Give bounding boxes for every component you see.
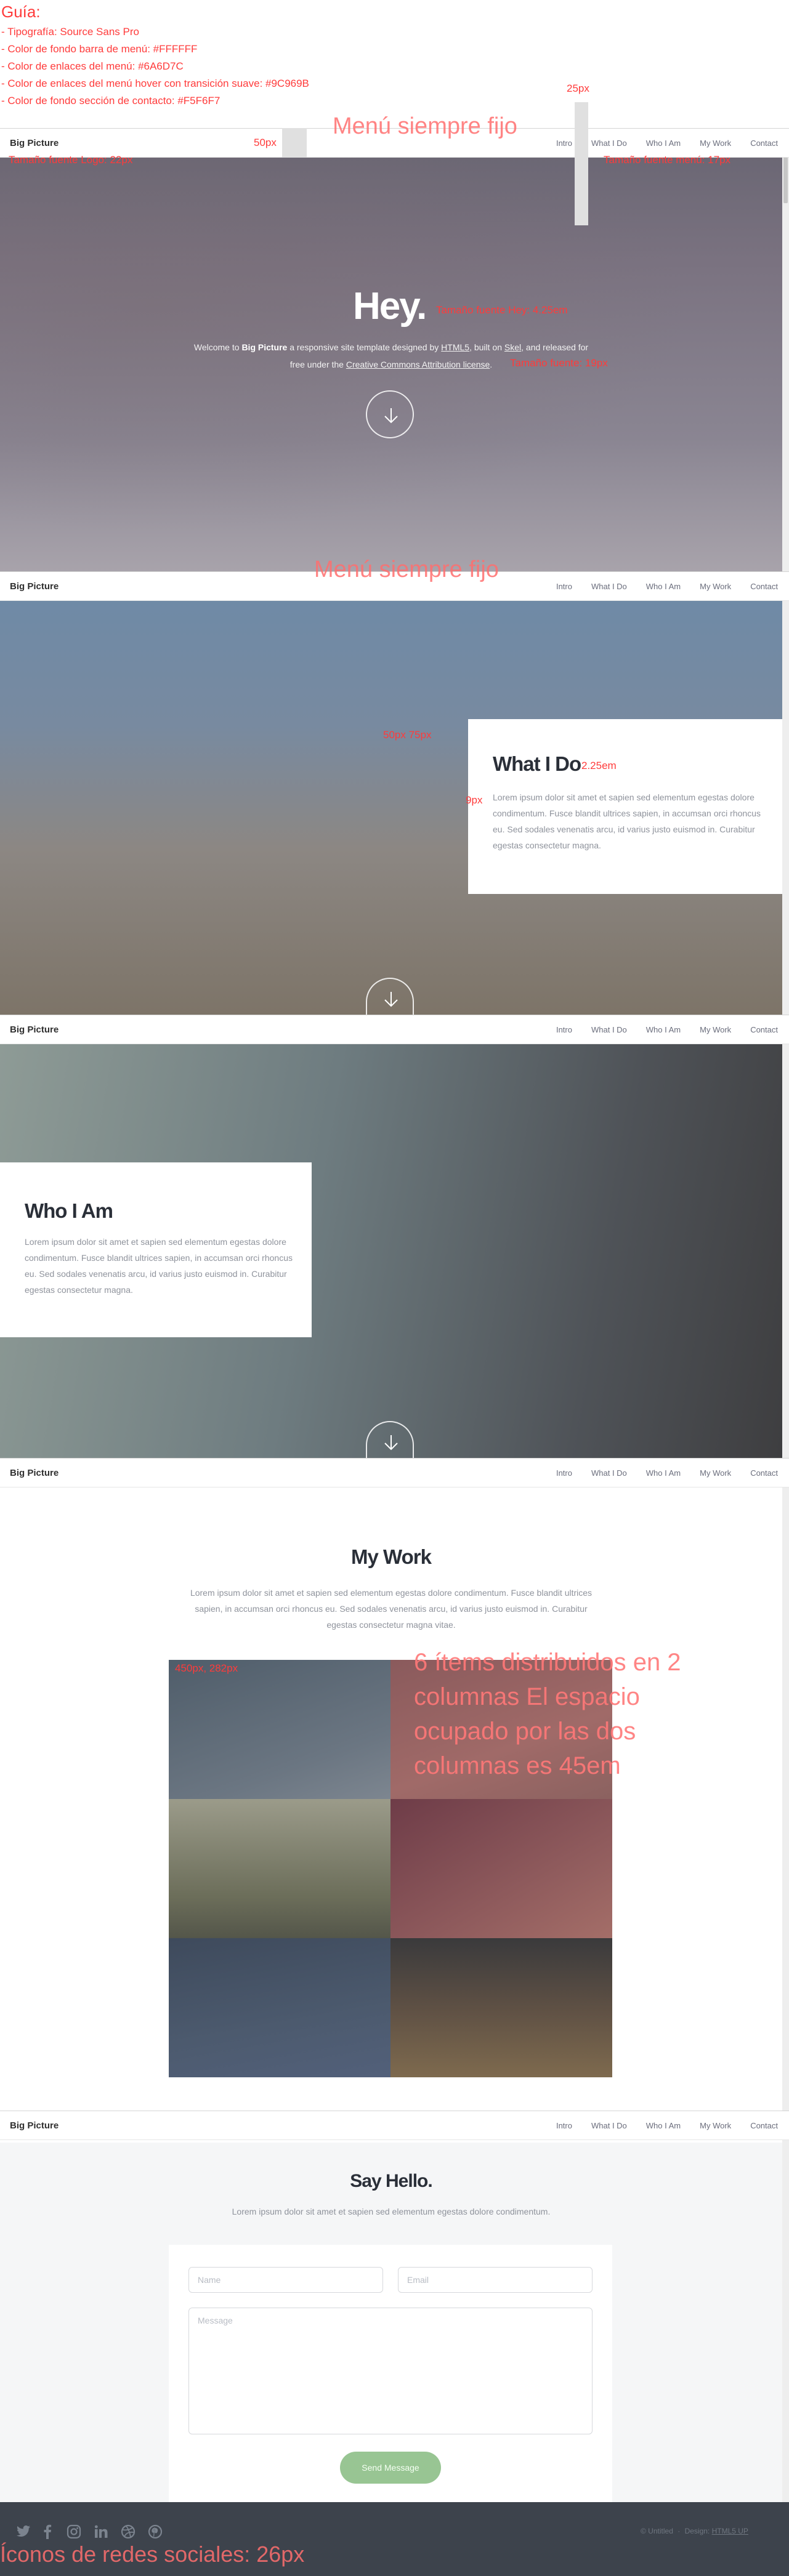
- design-credit-link[interactable]: HTML5 UP: [712, 2527, 748, 2535]
- menu-item-who-i-am[interactable]: Who I Am: [646, 139, 681, 148]
- dribbble-icon[interactable]: [121, 2524, 136, 2539]
- html5-link[interactable]: HTML5: [441, 342, 469, 352]
- message-textarea[interactable]: Message: [188, 2308, 593, 2434]
- what-i-do-title: What I Do: [493, 752, 581, 775]
- tile-size-note: 450px, 282px: [175, 1662, 238, 1674]
- site-logo[interactable]: Big Picture: [10, 2120, 59, 2131]
- main-menu: Intro What I Do Who I Am My Work Contact: [537, 2121, 778, 2130]
- site-logo[interactable]: Big Picture: [10, 1024, 59, 1035]
- menu-item-what-i-do[interactable]: What I Do: [591, 2121, 627, 2130]
- who-i-am-title: Who I Am: [25, 1199, 113, 1222]
- hey-size-note: Tamaño fuente Hey: 4.25em: [436, 304, 568, 316]
- scroll-down-button[interactable]: [366, 390, 414, 438]
- license-link[interactable]: Creative Commons Attribution license: [346, 360, 490, 369]
- arrow-down-icon: [384, 992, 398, 1007]
- work-item-5[interactable]: [169, 1938, 390, 2077]
- work-item-3[interactable]: [169, 1799, 390, 1938]
- menu-item-my-work[interactable]: My Work: [700, 582, 731, 591]
- guide-line-1: - Tipografía: Source Sans Pro: [1, 26, 139, 38]
- guide-line-3: - Color de enlaces del menú: #6A6D7C: [1, 60, 184, 72]
- menu-item-contact[interactable]: Contact: [750, 2121, 778, 2130]
- spacing-25-label: 25px: [567, 83, 589, 94]
- menu-item-intro[interactable]: Intro: [556, 2121, 572, 2130]
- guide-heading: Guía:: [1, 2, 41, 21]
- menu-fixed-note: Menú siempre fijo: [314, 557, 499, 582]
- menu-item-contact[interactable]: Contact: [750, 1025, 778, 1034]
- navbar-copy-5: Big Picture Intro What I Do Who I Am My …: [0, 2111, 789, 2140]
- send-message-button[interactable]: Send Message: [340, 2452, 441, 2484]
- hero-title: Hey.: [353, 285, 427, 328]
- work-item-1[interactable]: [169, 1660, 390, 1799]
- box-padding-note: 50px 75px: [383, 729, 432, 741]
- menu-item-what-i-do[interactable]: What I Do: [591, 1025, 627, 1034]
- instagram-icon[interactable]: [67, 2524, 81, 2539]
- work-item-4[interactable]: [390, 1799, 612, 1938]
- arrow-down-icon: [384, 1435, 398, 1451]
- menu-item-my-work[interactable]: My Work: [700, 1025, 731, 1034]
- facebook-icon[interactable]: [43, 2524, 52, 2539]
- pinterest-icon[interactable]: [148, 2524, 163, 2539]
- name-input[interactable]: Name: [188, 2267, 383, 2293]
- main-menu: Intro What I Do Who I Am My Work Contact: [537, 582, 778, 591]
- spacing-50-label: 50px: [254, 137, 277, 148]
- menu-item-contact[interactable]: Contact: [750, 582, 778, 591]
- menu-item-contact[interactable]: Contact: [750, 139, 778, 148]
- site-logo[interactable]: Big Picture: [10, 581, 59, 592]
- arrow-down-icon: [384, 408, 398, 424]
- menu-item-what-i-do[interactable]: What I Do: [591, 582, 627, 591]
- site-logo[interactable]: Big Picture: [10, 1468, 59, 1478]
- guide-line-4: - Color de enlaces del menú hover con tr…: [1, 78, 309, 89]
- menu-item-contact[interactable]: Contact: [750, 1468, 778, 1478]
- navbar-copy-3: Big Picture Intro What I Do Who I Am My …: [0, 1015, 789, 1044]
- menu-item-intro[interactable]: Intro: [556, 139, 572, 148]
- main-menu: Intro What I Do Who I Am My Work Contact: [537, 139, 778, 148]
- menu-item-who-i-am[interactable]: Who I Am: [646, 1468, 681, 1478]
- twitter-icon[interactable]: [16, 2526, 31, 2538]
- site-logo[interactable]: Big Picture: [10, 138, 59, 148]
- logo-size-note: Tamaño fuente Logo: 22px: [9, 154, 133, 166]
- grid-note: 6 ítems distribuidos en 2 columnas El es…: [414, 1649, 681, 1779]
- menu-item-who-i-am[interactable]: Who I Am: [646, 2121, 681, 2130]
- my-work-body: Lorem ipsum dolor sit amet et sapien sed…: [190, 1588, 593, 1630]
- guide-line-2: - Color de fondo barra de menú: #FFFFFF: [1, 43, 198, 55]
- page-scrollbar[interactable]: [782, 128, 789, 2576]
- menu-item-what-i-do[interactable]: What I Do: [591, 139, 627, 148]
- menu-item-intro[interactable]: Intro: [556, 582, 572, 591]
- menu-item-my-work[interactable]: My Work: [700, 1468, 731, 1478]
- who-i-am-body: Lorem ipsum dolor sit amet et sapien sed…: [25, 1237, 293, 1295]
- menu-item-intro[interactable]: Intro: [556, 1025, 572, 1034]
- my-work-title: My Work: [351, 1545, 432, 1568]
- linkedin-icon[interactable]: [94, 2524, 108, 2539]
- menu-item-who-i-am[interactable]: Who I Am: [646, 582, 681, 591]
- text-size-note: Tamaño fuente: 19px: [510, 357, 608, 369]
- copyright-text: © Untitled: [641, 2527, 673, 2535]
- menu-item-what-i-do[interactable]: What I Do: [591, 1468, 627, 1478]
- what-i-do-card: What I Do Lorem ipsum dolor sit amet et …: [468, 719, 782, 894]
- who-i-am-card: Who I Am Lorem ipsum dolor sit amet et s…: [0, 1162, 312, 1337]
- skel-link[interactable]: Skel: [504, 342, 521, 352]
- gap-9-note: 9px: [466, 794, 483, 806]
- title-size-note: 2.25em: [581, 760, 617, 771]
- navbar-copy-4: Big Picture Intro What I Do Who I Am My …: [0, 1458, 789, 1487]
- spacing-marker-50: [282, 128, 307, 158]
- menu-item-my-work[interactable]: My Work: [700, 2121, 731, 2130]
- menu-size-note: Tamaño fuente menú: 17px: [604, 154, 731, 166]
- what-i-do-body: Lorem ipsum dolor sit amet et sapien sed…: [493, 792, 761, 850]
- spacing-marker-25: [575, 102, 588, 225]
- contact-title: Say Hello.: [350, 2171, 432, 2191]
- email-input[interactable]: Email: [398, 2267, 593, 2293]
- design-label: Design:: [684, 2527, 710, 2535]
- menu-item-intro[interactable]: Intro: [556, 1468, 572, 1478]
- footer-credits: © Untitled · Design: HTML5 UP: [641, 2527, 748, 2535]
- menu-item-who-i-am[interactable]: Who I Am: [646, 1025, 681, 1034]
- social-size-note: Íconos de redes sociales: 26px: [0, 2542, 305, 2567]
- menu-fixed-note: Menú siempre fijo: [333, 113, 517, 139]
- contact-body: Lorem ipsum dolor sit amet et sapien sed…: [232, 2207, 551, 2216]
- main-menu: Intro What I Do Who I Am My Work Contact: [537, 1025, 778, 1034]
- menu-item-my-work[interactable]: My Work: [700, 139, 731, 148]
- main-menu: Intro What I Do Who I Am My Work Contact: [537, 1468, 778, 1478]
- work-item-6[interactable]: [390, 1938, 612, 2077]
- guide-line-5: - Color de fondo sección de contacto: #F…: [1, 95, 221, 107]
